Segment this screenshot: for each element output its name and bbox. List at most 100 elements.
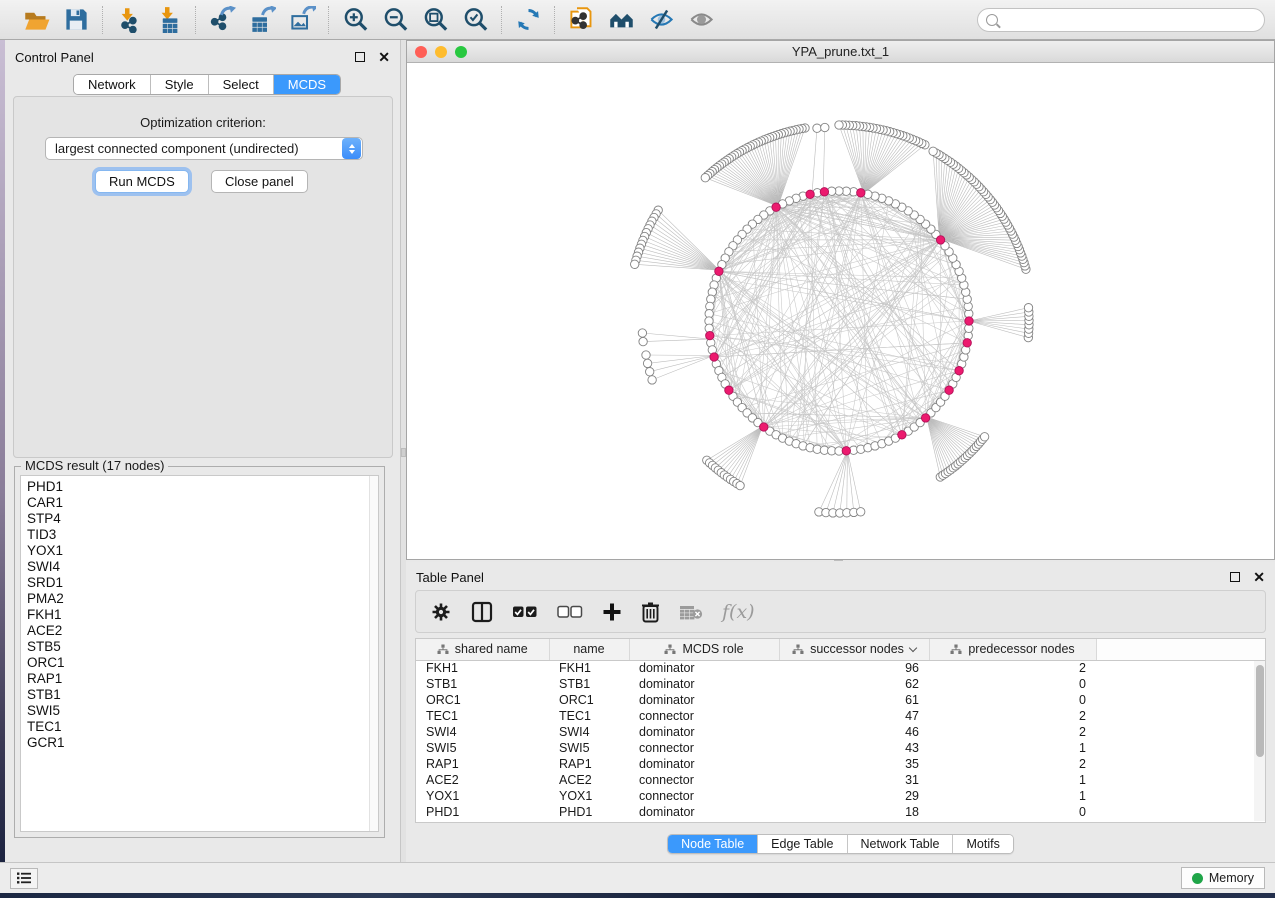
mcds-result-scrollbar[interactable]: [369, 476, 378, 831]
column-header-predecessor-nodes[interactable]: predecessor nodes: [929, 639, 1096, 660]
table-row[interactable]: ACE2 ACE2 connector 31 1: [416, 772, 1265, 788]
column-header-name[interactable]: name: [549, 639, 629, 660]
mcds-result-item[interactable]: YOX1: [27, 543, 378, 559]
criterion-select[interactable]: largest connected component (undirected): [45, 137, 363, 160]
column-header-MCDS-role[interactable]: MCDS role: [629, 639, 779, 660]
control-panel-title: Control Panel: [15, 50, 94, 65]
main-toolbar: [0, 0, 1275, 40]
save-session-icon[interactable]: [62, 6, 90, 34]
export-image-icon[interactable]: [288, 6, 316, 34]
show-graphics-details-icon[interactable]: [687, 6, 715, 34]
control-panel-tabs: NetworkStyleSelectMCDS: [73, 74, 341, 95]
column-header-successor-nodes[interactable]: successor nodes: [779, 639, 929, 660]
mcds-result-item[interactable]: SWI4: [27, 559, 378, 575]
table-row[interactable]: SWI4 SWI4 dominator 46 2: [416, 724, 1265, 740]
criterion-selected-value: largest connected component (undirected): [46, 141, 342, 156]
mcds-result-list[interactable]: PHD1CAR1STP4TID3YOX1SWI4SRD1PMA2FKH1ACE2…: [20, 475, 379, 832]
search-input[interactable]: [1004, 13, 1256, 27]
import-network-icon[interactable]: [115, 6, 143, 34]
table-row[interactable]: SWI5 SWI5 connector 43 1: [416, 740, 1265, 756]
desktop-wallpaper-bottom: [0, 893, 1275, 898]
mcds-result-item[interactable]: ORC1: [27, 655, 378, 671]
network-window-titlebar[interactable]: YPA_prune.txt_1: [407, 41, 1274, 63]
node-table: shared namenameMCDS rolesuccessor nodesp…: [415, 638, 1266, 823]
close-table-panel-icon[interactable]: ✕: [1253, 572, 1265, 582]
tab-network[interactable]: Network: [74, 75, 151, 94]
mcds-result-item[interactable]: PMA2: [27, 591, 378, 607]
memory-button[interactable]: Memory: [1181, 867, 1265, 889]
table-row[interactable]: PHD1 PHD1 dominator 18 0: [416, 804, 1265, 820]
table-panel: Table Panel ✕ f(x) shared namenameMCDS r…: [406, 562, 1275, 862]
float-panel-icon[interactable]: [355, 52, 365, 62]
mcds-result-item[interactable]: GCR1: [27, 735, 378, 751]
open-session-icon[interactable]: [22, 6, 50, 34]
clone-network-icon[interactable]: [567, 6, 595, 34]
select-all-checkbox-icon[interactable]: [512, 599, 538, 625]
run-mcds-button[interactable]: Run MCDS: [95, 170, 189, 193]
mcds-result-item[interactable]: STB5: [27, 639, 378, 655]
close-panel-button[interactable]: Close panel: [211, 170, 308, 193]
memory-button-label: Memory: [1209, 871, 1254, 885]
zoom-out-icon[interactable]: [381, 6, 409, 34]
search-field[interactable]: [977, 8, 1265, 32]
memory-status-icon: [1192, 873, 1203, 884]
search-icon: [986, 14, 998, 26]
delete-column-icon[interactable]: [641, 599, 660, 625]
mcds-result-item[interactable]: RAP1: [27, 671, 378, 687]
zoom-in-icon[interactable]: [341, 6, 369, 34]
export-network-icon[interactable]: [208, 6, 236, 34]
table-row[interactable]: FKH1 FKH1 dominator 96 2: [416, 660, 1265, 676]
table-tabs: Node TableEdge TableNetwork TableMotifs: [667, 834, 1014, 854]
home-icon[interactable]: [607, 6, 635, 34]
mcds-result-item[interactable]: ACE2: [27, 623, 378, 639]
mcds-result-item[interactable]: PHD1: [27, 479, 378, 495]
tab-network-table[interactable]: Network Table: [848, 835, 954, 853]
optimization-criterion-label: Optimization criterion:: [14, 115, 392, 130]
column-layout-icon[interactable]: [471, 599, 493, 625]
network-graph[interactable]: [407, 63, 1274, 559]
mcds-result-item[interactable]: TID3: [27, 527, 378, 543]
table-row[interactable]: ORC1 ORC1 dominator 61 0: [416, 692, 1265, 708]
mcds-result-item[interactable]: CAR1: [27, 495, 378, 511]
column-header-shared-name[interactable]: shared name: [416, 639, 549, 660]
tab-select[interactable]: Select: [209, 75, 274, 94]
table-row[interactable]: RAP1 RAP1 dominator 35 2: [416, 756, 1265, 772]
table-scrollbar-thumb[interactable]: [1256, 665, 1264, 757]
apply-layout-icon[interactable]: [514, 6, 542, 34]
mcds-result-group: MCDS result (17 nodes) PHD1CAR1STP4TID3Y…: [14, 466, 385, 838]
import-table-icon[interactable]: [155, 6, 183, 34]
table-row[interactable]: TEC1 TEC1 connector 47 2: [416, 708, 1265, 724]
close-panel-icon[interactable]: ✕: [378, 52, 390, 62]
tab-mcds[interactable]: MCDS: [274, 75, 340, 94]
mcds-result-item[interactable]: STB1: [27, 687, 378, 703]
tab-edge-table[interactable]: Edge Table: [758, 835, 847, 853]
table-row[interactable]: STB1 STB1 dominator 62 0: [416, 676, 1265, 692]
export-table-icon[interactable]: [248, 6, 276, 34]
deselect-all-checkbox-icon[interactable]: [557, 599, 583, 625]
select-stepper-icon: [342, 138, 361, 159]
mcds-result-item[interactable]: TEC1: [27, 719, 378, 735]
tab-style[interactable]: Style: [151, 75, 209, 94]
mcds-result-item[interactable]: SWI5: [27, 703, 378, 719]
network-window: YPA_prune.txt_1: [406, 40, 1275, 560]
mcds-options-box: Optimization criterion: largest connecte…: [13, 96, 393, 458]
table-row[interactable]: YOX1 YOX1 connector 29 1: [416, 788, 1265, 804]
table-scrollbar[interactable]: [1254, 661, 1265, 821]
table-settings-icon[interactable]: [430, 599, 452, 625]
network-canvas[interactable]: [407, 63, 1274, 559]
zoom-fit-icon[interactable]: [421, 6, 449, 34]
table-panel-title: Table Panel: [416, 570, 484, 585]
status-bar: Memory: [0, 862, 1275, 893]
tab-motifs[interactable]: Motifs: [953, 835, 1012, 853]
hide-graphics-details-icon[interactable]: [647, 6, 675, 34]
mcds-result-item[interactable]: SRD1: [27, 575, 378, 591]
float-table-panel-icon[interactable]: [1230, 572, 1240, 582]
mcds-result-title: MCDS result (17 nodes): [21, 458, 168, 473]
mcds-result-item[interactable]: STP4: [27, 511, 378, 527]
zoom-selected-icon[interactable]: [461, 6, 489, 34]
mcds-result-item[interactable]: FKH1: [27, 607, 378, 623]
task-manager-button[interactable]: [10, 868, 38, 889]
add-column-icon[interactable]: [602, 599, 622, 625]
tab-node-table[interactable]: Node Table: [668, 835, 758, 853]
sort-desc-icon: [909, 644, 917, 652]
